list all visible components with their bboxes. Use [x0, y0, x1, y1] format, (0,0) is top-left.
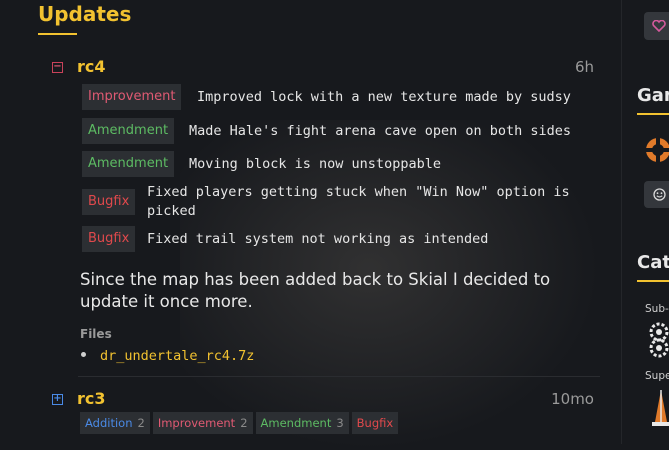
game-logo-icon[interactable]	[644, 134, 669, 166]
amendment-badge: Amendment	[82, 151, 175, 177]
change-item: Bugfix Fixed trail system not working as…	[82, 226, 602, 252]
release-description: Since the map has been added back to Ski…	[80, 270, 551, 311]
favorite-button[interactable]	[644, 12, 669, 40]
collapse-toggle-icon[interactable]: −	[52, 62, 63, 73]
release-header-rc3: + rc3 10mo	[52, 389, 594, 411]
bugfix-badge: Bugfix	[82, 189, 136, 215]
super-category-label: Supe	[645, 370, 669, 382]
change-text: Improved lock with a new texture made by…	[197, 89, 571, 105]
sidebar-heading-underline	[637, 113, 669, 115]
sidebar-heading-game: Gam	[637, 85, 669, 106]
amendment-tag: Amendment 3	[255, 412, 349, 434]
change-text: Fixed players getting stuck when "Win No…	[147, 184, 578, 219]
release-name[interactable]: rc3	[77, 389, 106, 408]
category-map-icon[interactable]	[650, 388, 669, 428]
bugfix-tag: Bugfix	[351, 412, 399, 434]
sidebar-divider	[621, 0, 622, 444]
change-item: Improvement Improved lock with a new tex…	[82, 84, 602, 110]
release-name[interactable]: rc4	[77, 57, 106, 76]
change-summary-tags: Addition 2 Improvement 2 Amendment 3 Bugfix	[80, 412, 401, 434]
title-underline	[38, 33, 77, 35]
sidebar-heading-underline	[637, 280, 669, 282]
section-title: Updates	[38, 2, 132, 26]
gears-icon[interactable]	[646, 322, 669, 358]
sidebar-heading-category: Cat	[637, 252, 669, 273]
improvement-badge: Improvement	[82, 84, 182, 110]
files-label: Files	[80, 327, 112, 341]
change-item: Amendment Moving block is now unstoppabl…	[82, 151, 602, 177]
release-divider	[78, 376, 600, 377]
change-item: Bugfix Fixed players getting stuck when …	[82, 183, 602, 221]
change-text: Moving block is now unstoppable	[189, 156, 441, 172]
change-text: Made Hale's fight arena cave open on bot…	[189, 123, 572, 139]
release-header-rc4: − rc4 6h	[52, 57, 594, 79]
expand-toggle-icon[interactable]: +	[52, 394, 63, 405]
release-time: 10mo	[551, 390, 594, 408]
file-download-link[interactable]: dr_undertale_rc4.7z	[100, 348, 254, 364]
release-time: 6h	[574, 58, 594, 76]
sub-category-label: Sub-	[645, 303, 669, 315]
bugfix-badge: Bugfix	[82, 226, 136, 252]
updates-panel: Updates − rc4 6h Improvement Improved lo…	[0, 0, 620, 444]
amendment-badge: Amendment	[82, 118, 175, 144]
list-bullet	[81, 352, 86, 357]
improvement-tag: Improvement 2	[152, 412, 253, 434]
game-tag-button[interactable]	[644, 181, 669, 208]
addition-tag: Addition 2	[80, 412, 150, 434]
smiley-icon	[653, 188, 666, 201]
heart-icon	[652, 20, 666, 32]
change-text: Fixed trail system not working as intend…	[147, 231, 489, 247]
change-item: Amendment Made Hale's fight arena cave o…	[82, 118, 602, 144]
